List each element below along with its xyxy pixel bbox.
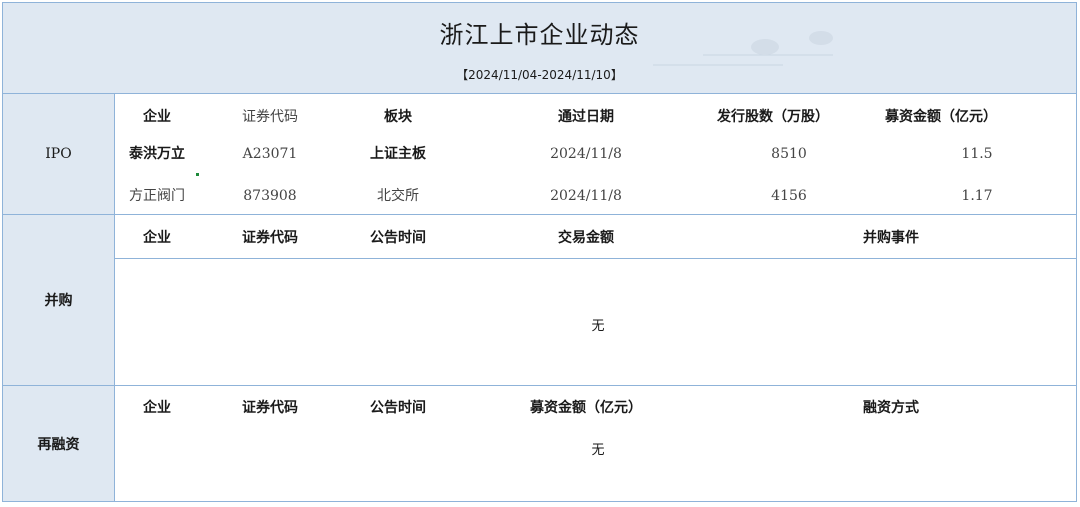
refinancing-header-row: 企业 证券代码 公告时间 募资金额（亿元） 融资方式: [115, 396, 1076, 420]
refinancing-header-company: 企业: [143, 400, 171, 416]
refinancing-header-method: 融资方式: [863, 400, 919, 416]
ipo-row2-date: 2024/11/8: [550, 188, 622, 204]
ipo-row1-shares: 8510: [771, 146, 807, 162]
refinancing-header-date: 公告时间: [370, 400, 426, 416]
ma-table: 企业 证券代码 公告时间 交易金额 并购事件 无: [115, 215, 1076, 385]
ipo-row1-company: 泰洪万立: [129, 146, 185, 162]
ma-header-company: 企业: [143, 230, 171, 246]
date-range: 【2024/11/04-2024/11/10】: [456, 68, 623, 82]
ipo-header-amount: 募资金额（亿元）: [885, 109, 997, 125]
ma-header-code: 证券代码: [242, 230, 298, 246]
ma-label: 并购: [3, 215, 115, 385]
ma-section: 并购 企业 证券代码 公告时间 交易金额 并购事件 无: [3, 215, 1076, 386]
ipo-row1-amount: 11.5: [961, 146, 993, 162]
refinancing-header-amount: 募资金额（亿元）: [530, 400, 642, 416]
ipo-row2-company: 方正阀门: [129, 188, 185, 204]
ipo-row2-amount: 1.17: [961, 188, 993, 204]
ipo-label: IPO: [3, 94, 115, 214]
table-row: 方正阀门 873908 北交所 2024/11/8 4156 1.17: [115, 184, 1076, 208]
ma-header-amount: 交易金额: [558, 230, 614, 246]
table-row: 泰洪万立 A23071 上证主板 2024/11/8 8510 11.5: [115, 142, 1076, 166]
ipo-row1-date: 2024/11/8: [550, 146, 622, 162]
cloud-decoration-icon: [653, 31, 833, 66]
ipo-section: IPO 企业 证券代码 板块 通过日期 发行股数（万股） 募资金额（亿元） 泰洪…: [3, 94, 1076, 215]
report-title: 浙江上市企业动态: [439, 21, 640, 49]
ma-header-date: 公告时间: [370, 230, 426, 246]
ipo-row1-board: 上证主板: [370, 146, 426, 162]
ipo-header-board: 板块: [384, 109, 412, 125]
refinancing-section: 再融资 企业 证券代码 公告时间 募资金额（亿元） 融资方式 无: [3, 386, 1076, 501]
ipo-header-company: 企业: [143, 109, 171, 125]
refinancing-header-code: 证券代码: [242, 400, 298, 416]
ipo-row1-code: A23071: [242, 146, 298, 162]
cell-comment-marker-icon: [196, 173, 199, 176]
ma-divider: [115, 258, 1076, 259]
ipo-table: 企业 证券代码 板块 通过日期 发行股数（万股） 募资金额（亿元） 泰洪万立 A…: [115, 94, 1076, 214]
refinancing-empty-text: 无: [591, 443, 605, 458]
ma-header-event: 并购事件: [863, 230, 919, 246]
ipo-row2-code: 873908: [243, 188, 297, 204]
ipo-header-row: 企业 证券代码 板块 通过日期 发行股数（万股） 募资金额（亿元）: [115, 105, 1076, 129]
ipo-row2-board: 北交所: [377, 188, 419, 204]
ipo-header-date: 通过日期: [558, 109, 614, 125]
refinancing-label: 再融资: [3, 386, 115, 501]
ipo-header-code: 证券代码: [242, 109, 298, 125]
ma-header-row: 企业 证券代码 公告时间 交易金额 并购事件: [115, 226, 1076, 250]
ipo-row2-shares: 4156: [771, 188, 807, 204]
ipo-header-shares: 发行股数（万股）: [717, 109, 829, 125]
ma-empty-text: 无: [591, 319, 605, 334]
refinancing-table: 企业 证券代码 公告时间 募资金额（亿元） 融资方式 无: [115, 386, 1076, 501]
report-header: 浙江上市企业动态 【2024/11/04-2024/11/10】: [3, 3, 1076, 94]
report-sheet: 浙江上市企业动态 【2024/11/04-2024/11/10】 IPO 企业 …: [2, 2, 1077, 502]
